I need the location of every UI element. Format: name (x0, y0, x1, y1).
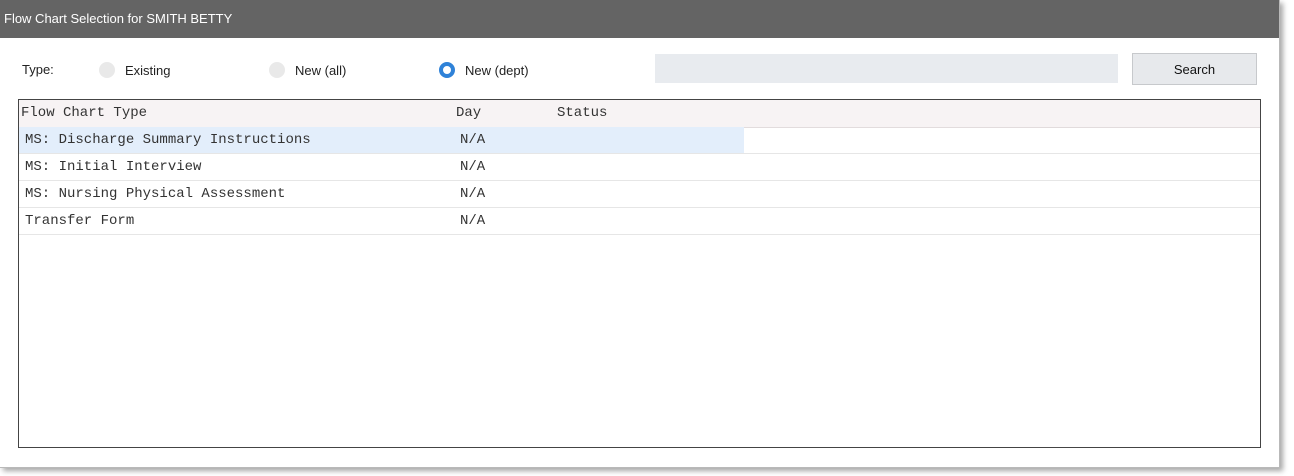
search-input[interactable] (655, 54, 1118, 83)
radio-new-dept-indicator[interactable] (439, 62, 455, 78)
table-row[interactable]: Transfer Form N/A (19, 208, 1260, 235)
radio-new-all-label[interactable]: New (all) (295, 63, 346, 78)
radio-new-dept-label[interactable]: New (dept) (465, 63, 529, 78)
table-row[interactable]: MS: Nursing Physical Assessment N/A (19, 181, 1260, 208)
radio-existing[interactable]: Existing (99, 60, 171, 80)
cell-flow-chart-type: Transfer Form (25, 213, 135, 229)
radio-new-all-indicator[interactable] (269, 62, 285, 78)
radio-existing-label[interactable]: Existing (125, 63, 171, 78)
radio-existing-indicator[interactable] (99, 62, 115, 78)
table-row[interactable]: MS: Discharge Summary Instructions N/A (19, 127, 1260, 154)
column-header-flow-chart-type[interactable]: Flow Chart Type (21, 105, 147, 121)
flow-chart-grid: Flow Chart Type Day Status MS: Discharge… (18, 99, 1261, 448)
type-filter-row: Type: Existing New (all) New (dept) Sear… (0, 53, 1279, 86)
flow-chart-selection-dialog: Flow Chart Selection for SMITH BETTY Typ… (0, 0, 1280, 468)
cell-day: N/A (460, 213, 486, 229)
cell-flow-chart-type: MS: Initial Interview (25, 159, 202, 175)
column-header-day[interactable]: Day (456, 105, 481, 121)
radio-new-all[interactable]: New (all) (269, 60, 346, 80)
search-button[interactable]: Search (1132, 53, 1257, 85)
radio-new-dept[interactable]: New (dept) (439, 60, 529, 80)
grid-header: Flow Chart Type Day Status (19, 100, 1260, 128)
dialog-title: Flow Chart Selection for SMITH BETTY (0, 0, 1279, 38)
column-header-status[interactable]: Status (557, 105, 607, 121)
table-row[interactable]: MS: Initial Interview N/A (19, 154, 1260, 181)
cell-flow-chart-type: MS: Discharge Summary Instructions (25, 132, 311, 148)
cell-day: N/A (460, 132, 486, 148)
cell-day: N/A (460, 159, 486, 175)
type-label: Type: (22, 62, 54, 77)
cell-day: N/A (460, 186, 486, 202)
cell-flow-chart-type: MS: Nursing Physical Assessment (25, 186, 286, 202)
